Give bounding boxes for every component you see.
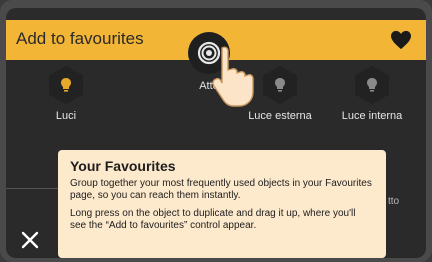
tile-luci[interactable]: Luci — [44, 66, 88, 122]
close-icon[interactable] — [20, 230, 40, 250]
tile-luce-interna[interactable]: Luce interna — [336, 66, 408, 122]
bulb-icon — [49, 66, 83, 104]
screen: Add to favourites Luci Luce esterna Luce… — [6, 8, 426, 258]
tooltip-title: Your Favourites — [70, 158, 176, 174]
tile-label-partial: tto — [388, 196, 400, 207]
favourites-tooltip: Your Favourites Group together your most… — [58, 150, 386, 258]
bulb-icon — [355, 66, 389, 104]
tooltip-text-2: Long press on the object to duplicate an… — [70, 208, 356, 231]
tile-label: Luci — [55, 110, 77, 122]
tooltip-text-1: Group together your most frequently used… — [70, 178, 372, 201]
tile-label: Luce interna — [341, 110, 403, 122]
heart-icon — [391, 30, 411, 50]
favourites-bar-title: Add to favourites — [16, 29, 144, 48]
hand-pointer-icon — [212, 46, 254, 107]
bulb-icon — [263, 66, 297, 104]
device-frame: Add to favourites Luci Luce esterna Luce… — [0, 0, 432, 262]
